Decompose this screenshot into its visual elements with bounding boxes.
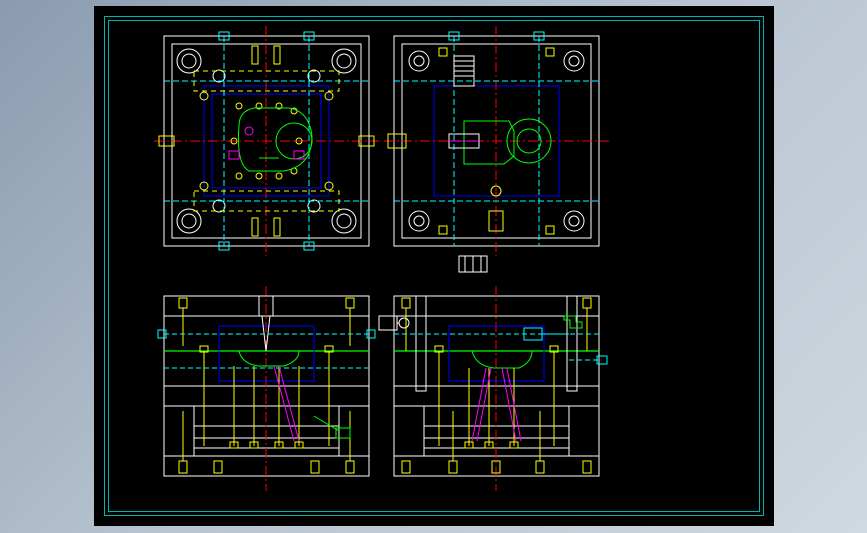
view-section-a bbox=[158, 286, 409, 491]
cad-drawing-svg bbox=[94, 6, 774, 526]
detail-sprue bbox=[459, 256, 487, 272]
view-core-plan bbox=[154, 26, 379, 256]
view-cavity-plan bbox=[384, 26, 609, 256]
cad-canvas bbox=[94, 6, 774, 526]
view-section-b bbox=[394, 286, 607, 491]
